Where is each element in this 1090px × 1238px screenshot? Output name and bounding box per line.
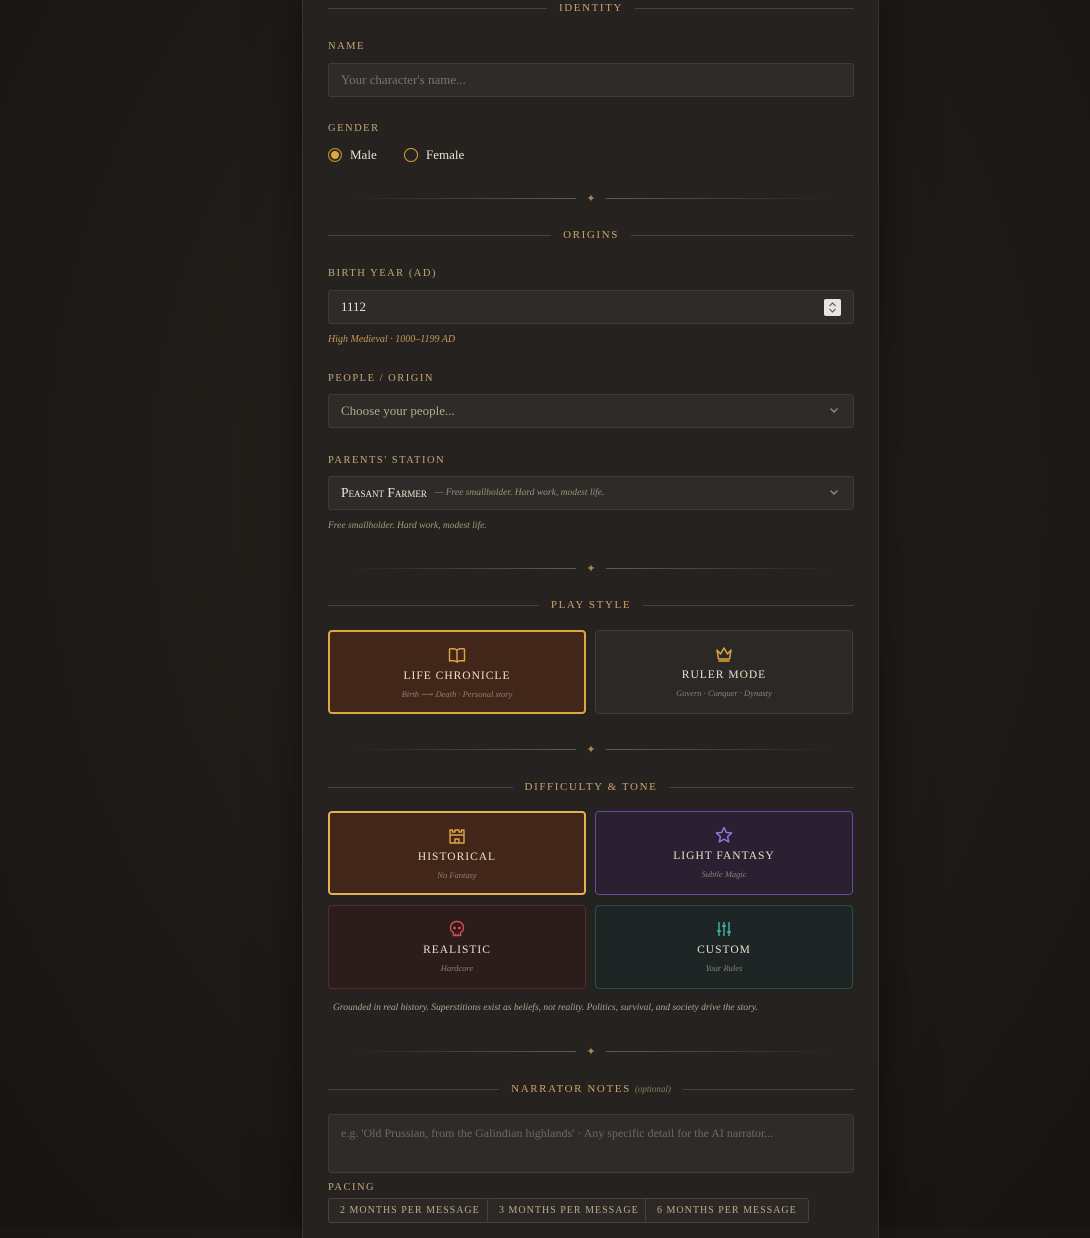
ornament-divider: ✦ — [328, 743, 854, 756]
card-subtitle: Your Rules — [705, 963, 743, 973]
card-title: RULER MODE — [681, 669, 767, 681]
station-hint: Free smallholder. Hard work, modest life… — [328, 521, 487, 531]
gender-label: GENDER — [328, 123, 380, 134]
origins-section-header: ORIGINS — [328, 227, 854, 243]
birth-year-hint: High Medieval · 1000–1199 AD — [328, 334, 456, 345]
card-title: CUSTOM — [697, 944, 751, 956]
chevron-down-icon — [830, 490, 838, 495]
ornament-star-icon: ✦ — [586, 562, 596, 575]
narrator-notes-textarea[interactable]: e.g. 'Old Prussian, from the Galindian h… — [328, 1114, 854, 1173]
difficulty-card-custom[interactable]: CUSTOM Your Rules — [595, 905, 853, 989]
difficulty-card-light-fantasy[interactable]: LIGHT FANTASY Subtle Magic — [595, 811, 853, 895]
spinner-arrows-icon — [829, 302, 836, 313]
sliders-icon — [717, 922, 731, 936]
card-title: HISTORICAL — [417, 851, 497, 863]
identity-section-title: IDENTITY — [558, 2, 624, 14]
card-subtitle: Birth ⟶ Death · Personal story — [401, 689, 513, 699]
castle-icon — [449, 829, 465, 844]
ornament-divider: ✦ — [328, 192, 854, 205]
birth-year-label: BIRTH YEAR (AD) — [328, 268, 437, 279]
gender-radio-male[interactable]: Male — [328, 147, 377, 163]
gender-male-label: Male — [350, 147, 377, 162]
card-subtitle: Hardcore — [440, 963, 474, 973]
station-select[interactable]: Peasant Farmer — Free smallholder. Hard … — [328, 476, 854, 510]
star-icon — [715, 826, 733, 843]
narrator-section-header: NARRATOR NOTES (optional) — [328, 1081, 854, 1097]
people-select[interactable]: Choose your people... — [328, 394, 854, 428]
station-label: PARENTS' STATION — [328, 455, 446, 466]
book-icon — [448, 647, 466, 663]
pacing-option-2-months[interactable]: 2 MONTHS PER MESSAGE — [328, 1198, 492, 1223]
difficulty-section-header: DIFFICULTY & TONE — [328, 779, 854, 795]
difficulty-section-title: DIFFICULTY & TONE — [524, 781, 658, 793]
radio-unselected-icon — [404, 148, 418, 162]
card-subtitle: No Fantasy — [437, 870, 477, 880]
play-style-card-ruler-mode[interactable]: RULER MODE Govern · Conquer · Dynasty — [595, 630, 853, 714]
name-label: NAME — [328, 41, 365, 52]
name-input[interactable] — [341, 72, 841, 88]
ornament-divider: ✦ — [328, 1045, 854, 1058]
play-style-section-title: PLAY STYLE — [550, 599, 632, 611]
card-title: LIFE CHRONICLE — [403, 670, 511, 682]
ornament-star-icon: ✦ — [586, 743, 596, 756]
station-select-value: Peasant Farmer — [341, 485, 427, 500]
gender-female-label: Female — [426, 147, 465, 162]
people-select-value: Choose your people... — [341, 403, 455, 418]
play-style-card-life-chronicle[interactable]: LIFE CHRONICLE Birth ⟶ Death · Personal … — [328, 630, 586, 714]
identity-section-header: IDENTITY — [328, 0, 854, 16]
ornament-divider: ✦ — [328, 562, 854, 575]
narrator-title-text: NARRATOR NOTES — [511, 1083, 631, 1095]
character-creation-panel: IDENTITY NAME GENDER Male Female ✦ ORIGI… — [302, 0, 879, 1238]
difficulty-card-historical[interactable]: HISTORICAL No Fantasy — [328, 811, 586, 895]
gender-radio-female[interactable]: Female — [404, 147, 464, 163]
pacing-option-3-months[interactable]: 3 MONTHS PER MESSAGE — [487, 1198, 651, 1223]
origins-section-title: ORIGINS — [563, 229, 619, 241]
chevron-down-icon — [830, 408, 838, 413]
narrator-notes-placeholder: e.g. 'Old Prussian, from the Galindian h… — [341, 1126, 774, 1140]
card-title: REALISTIC — [423, 944, 491, 956]
skull-icon — [449, 920, 465, 937]
card-subtitle: Govern · Conquer · Dynasty — [676, 688, 772, 698]
people-label: PEOPLE / ORIGIN — [328, 373, 434, 384]
birth-year-value: 1112 — [341, 299, 367, 314]
card-subtitle: Subtle Magic — [701, 869, 747, 879]
narrator-optional-tag: (optional) — [634, 1084, 671, 1094]
difficulty-description: Grounded in real history. Superstitions … — [333, 1003, 758, 1013]
radio-selected-icon — [328, 148, 342, 162]
number-spinner[interactable] — [824, 299, 841, 316]
ornament-star-icon: ✦ — [586, 1045, 596, 1058]
birth-year-field[interactable]: 1112 — [328, 290, 854, 324]
station-select-desc: — Free smallholder. Hard work, modest li… — [434, 488, 605, 498]
play-style-section-header: PLAY STYLE — [328, 597, 854, 613]
name-field-wrapper — [328, 63, 854, 97]
difficulty-card-realistic[interactable]: REALISTIC Hardcore — [328, 905, 586, 989]
ornament-star-icon: ✦ — [586, 192, 596, 205]
pacing-label: PACING — [328, 1182, 376, 1193]
narrator-section-title: NARRATOR NOTES (optional) — [511, 1083, 671, 1095]
crown-icon — [716, 647, 732, 662]
pacing-option-6-months[interactable]: 6 MONTHS PER MESSAGE — [645, 1198, 809, 1223]
card-title: LIGHT FANTASY — [673, 850, 775, 862]
